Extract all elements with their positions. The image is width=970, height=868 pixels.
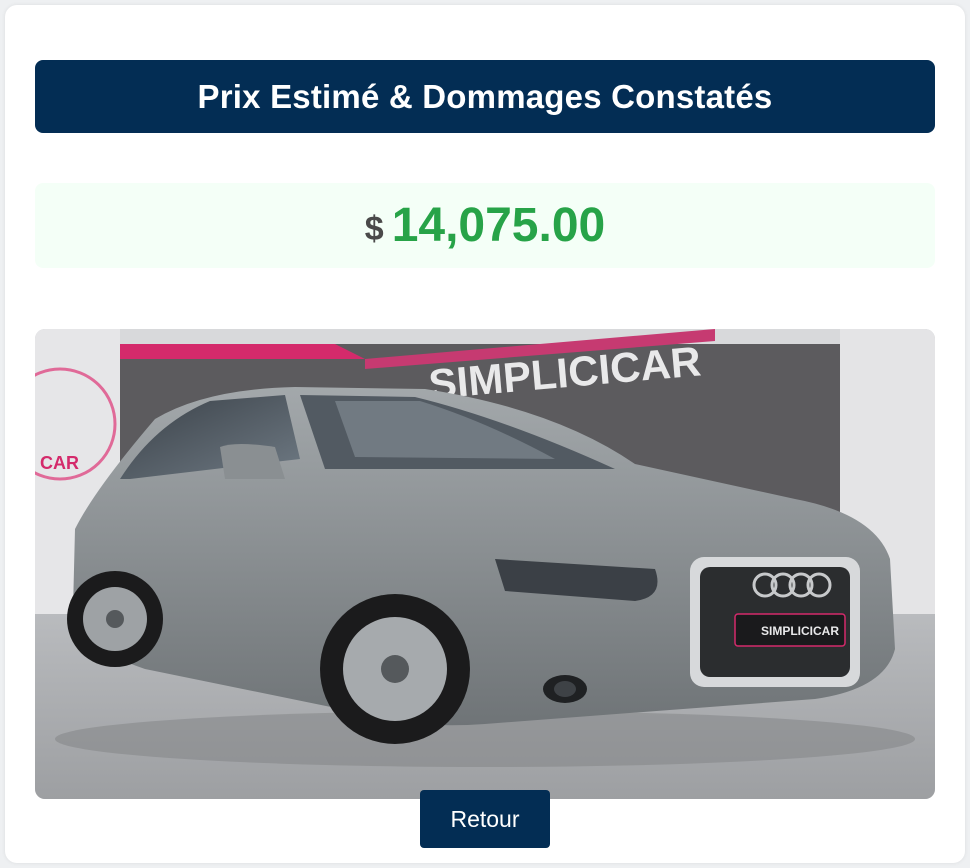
plate-text: SIMPLICICAR xyxy=(761,624,839,638)
page-header: Prix Estimé & Dommages Constatés xyxy=(35,60,935,133)
price-amount: 14,075.00 xyxy=(391,199,606,252)
currency-symbol: $ xyxy=(364,210,384,248)
estimated-price-box: $ 14,075.00 xyxy=(35,183,935,268)
result-card: Prix Estimé & Dommages Constatés $ 14,07… xyxy=(5,5,965,863)
svg-text:CAR: CAR xyxy=(40,453,79,473)
back-button[interactable]: Retour xyxy=(420,790,550,848)
page-title: Prix Estimé & Dommages Constatés xyxy=(197,77,773,115)
car-photo: CAR SIMPLICICAR SIMPLICICAR xyxy=(35,329,935,799)
